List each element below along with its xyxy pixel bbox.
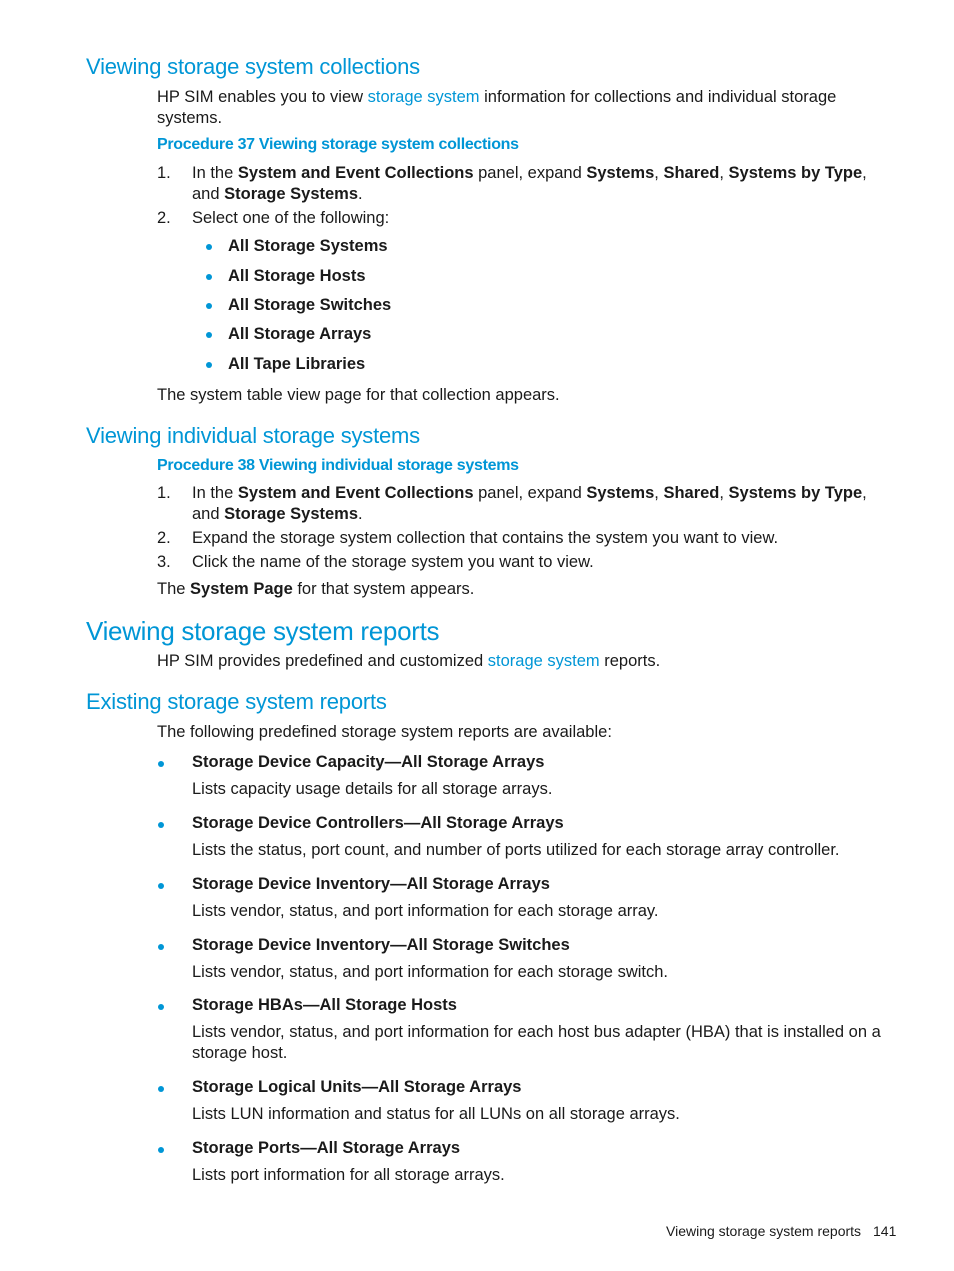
step-2: Select one of the following: [192, 209, 390, 227]
report-title: Storage Device Capacity—All Storage Arra… [192, 753, 545, 771]
procedure-38-steps: 1. In the System and Event Collections p… [0, 483, 954, 573]
page-number: 141 [873, 1223, 897, 1239]
section-heading-reports: Viewing storage system reports [86, 616, 440, 646]
step-1: In the System and Event Collections pane… [192, 164, 867, 203]
report-title: Storage Device Inventory—All Storage Arr… [192, 875, 550, 893]
step-1: In the System and Event Collections pane… [192, 484, 867, 523]
option-item: All Storage Systems [228, 237, 388, 255]
step-number: 2. [157, 529, 171, 547]
existing-reports-intro: The following predefined storage system … [157, 723, 612, 741]
report-description: Lists capacity usage details for all sto… [192, 780, 553, 798]
option-item: All Tape Libraries [228, 355, 366, 373]
bullet-icon [206, 244, 212, 250]
bullet-icon [158, 1086, 164, 1092]
system-page-label: System Page [190, 580, 293, 598]
option-item: All Storage Arrays [228, 325, 372, 343]
section-heading-individual: Viewing individual storage systems [86, 423, 420, 448]
procedure-38-title: Procedure 38 Viewing individual storage … [157, 457, 519, 474]
reports-list: Storage Device Capacity—All Storage Arra… [0, 752, 954, 1192]
report-description: Lists vendor, status, and port informati… [192, 963, 668, 981]
bullet-icon [158, 822, 164, 828]
reports-intro: HP SIM provides predefined and customize… [157, 652, 661, 670]
storage-system-link[interactable]: storage system [368, 88, 480, 106]
report-title: Storage Device Inventory—All Storage Swi… [192, 936, 570, 954]
report-description: Lists vendor, status, and port informati… [192, 902, 659, 920]
procedure-37-title: Procedure 37 Viewing storage system coll… [157, 136, 519, 153]
collections-result: The system table view page for that coll… [157, 386, 560, 404]
report-description: Lists vendor, status, and port informati… [192, 1023, 881, 1062]
storage-system-link[interactable]: storage system [488, 652, 600, 670]
option-item: All Storage Switches [228, 296, 392, 314]
section-heading-collections: Viewing storage system collections [86, 54, 420, 79]
option-item: All Storage Hosts [228, 267, 366, 285]
step-3: Click the name of the storage system you… [192, 553, 594, 571]
intro-text: HP SIM enables you to view [157, 88, 368, 106]
step-number: 1. [157, 164, 171, 182]
footer-section-title: Viewing storage system reports [666, 1223, 862, 1239]
bullet-icon [206, 303, 212, 309]
section-heading-existing-reports: Existing storage system reports [86, 689, 387, 714]
individual-result: The System Page for that system appears. [157, 580, 475, 598]
step-number: 3. [157, 553, 171, 571]
step-2: Expand the storage system collection tha… [192, 529, 779, 547]
bullet-icon [206, 332, 212, 338]
bullet-icon [158, 883, 164, 889]
step-number: 1. [157, 484, 171, 502]
step-number: 2. [157, 209, 171, 227]
procedure-37-steps: 1. In the System and Event Collections p… [0, 163, 954, 227]
report-title: Storage Ports—All Storage Arrays [192, 1139, 461, 1157]
report-description: Lists LUN information and status for all… [192, 1105, 680, 1123]
report-title: Storage Logical Units—All Storage Arrays [192, 1078, 522, 1096]
bullet-icon [158, 1004, 164, 1010]
bullet-icon [206, 274, 212, 280]
report-description: Lists the status, port count, and number… [192, 841, 840, 859]
report-title: Storage HBAs—All Storage Hosts [192, 996, 457, 1014]
report-description: Lists port information for all storage a… [192, 1166, 505, 1184]
bullet-icon [158, 761, 164, 767]
collections-intro: HP SIM enables you to view storage syste… [157, 87, 877, 129]
bullet-icon [206, 362, 212, 368]
collection-options-list: All Storage Systems All Storage Hosts Al… [0, 236, 954, 376]
bullet-icon [158, 944, 164, 950]
report-title: Storage Device Controllers—All Storage A… [192, 814, 564, 832]
bullet-icon [158, 1147, 164, 1153]
